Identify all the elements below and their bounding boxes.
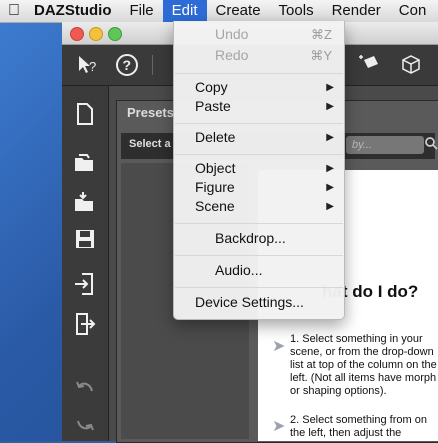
menu-separator bbox=[175, 255, 343, 256]
toolbar-divider bbox=[152, 55, 153, 75]
menu-item-label: Audio... bbox=[215, 262, 263, 278]
submenu-arrow-icon: ▶ bbox=[326, 201, 334, 212]
menu-item-figure[interactable]: Figure ▶ bbox=[174, 178, 344, 197]
menu-item-label: Figure bbox=[195, 179, 235, 195]
menu-separator bbox=[175, 287, 343, 288]
menu-separator bbox=[175, 123, 343, 124]
submenu-arrow-icon: ▶ bbox=[326, 82, 334, 93]
menu-item-label: Backdrop... bbox=[215, 230, 286, 246]
menu-item-audio[interactable]: Audio... bbox=[174, 261, 344, 280]
menu-item-scene[interactable]: Scene ▶ bbox=[174, 197, 344, 216]
pointer-help-icon[interactable]: ? bbox=[74, 52, 100, 78]
apple-logo-icon[interactable]:  bbox=[0, 2, 28, 20]
menu-item-label: Scene bbox=[195, 198, 235, 214]
cube-tool-icon[interactable] bbox=[398, 52, 424, 78]
import-icon[interactable] bbox=[72, 272, 98, 298]
menu-item-label: Device Settings... bbox=[195, 294, 304, 310]
help-icon[interactable]: ? bbox=[114, 52, 140, 78]
menu-create[interactable]: Create bbox=[207, 0, 270, 22]
menu-render[interactable]: Render bbox=[323, 0, 390, 22]
svg-text:?: ? bbox=[89, 59, 96, 74]
select-dropdown-label[interactable]: Select a bbox=[129, 138, 171, 150]
tip-arrow-icon: ➤ bbox=[272, 418, 286, 435]
menu-separator bbox=[175, 73, 343, 74]
menu-connect[interactable]: Con bbox=[390, 0, 436, 22]
menu-item-label: Paste bbox=[195, 98, 231, 114]
menu-item-paste[interactable]: Paste ▶ bbox=[174, 97, 344, 116]
submenu-arrow-icon: ▶ bbox=[326, 101, 334, 112]
menu-item-delete[interactable]: Delete ▶ bbox=[174, 128, 344, 147]
menu-item-label: Redo bbox=[215, 47, 249, 63]
app-menu[interactable]: DAZStudio bbox=[28, 0, 120, 22]
submenu-arrow-icon: ▶ bbox=[326, 163, 334, 174]
left-toolbar bbox=[62, 86, 109, 441]
minimize-window-button[interactable] bbox=[89, 27, 103, 41]
submenu-arrow-icon: ▶ bbox=[326, 132, 334, 143]
new-file-icon[interactable] bbox=[72, 102, 98, 128]
undo-icon[interactable] bbox=[72, 376, 98, 402]
menu-item-label: Copy bbox=[195, 79, 228, 95]
menu-edit[interactable]: Edit bbox=[162, 0, 207, 22]
export-icon[interactable] bbox=[72, 312, 98, 338]
redo-icon[interactable] bbox=[72, 416, 98, 442]
menu-item-label: Delete bbox=[195, 129, 236, 145]
transform-tool-icon[interactable] bbox=[358, 52, 384, 78]
open-folder-icon[interactable] bbox=[72, 152, 98, 178]
save-icon[interactable] bbox=[72, 228, 98, 254]
menu-item-backdrop[interactable]: Backdrop... bbox=[174, 229, 344, 248]
menu-file[interactable]: File bbox=[120, 0, 162, 22]
menu-item-redo[interactable]: Redo ⌘Y bbox=[174, 46, 344, 65]
search-icon[interactable] bbox=[424, 136, 438, 153]
tip-arrow-icon: ➤ bbox=[272, 338, 286, 355]
menu-item-copy[interactable]: Copy ▶ bbox=[174, 78, 344, 97]
menu-item-device-settings[interactable]: Device Settings... bbox=[174, 293, 344, 312]
shortcut-label: ⌘Z bbox=[311, 27, 332, 42]
menu-item-label: Object bbox=[195, 160, 236, 176]
menu-item-undo[interactable]: Undo ⌘Z bbox=[174, 25, 344, 44]
submenu-arrow-icon: ▶ bbox=[326, 182, 334, 193]
merge-folder-icon[interactable] bbox=[72, 190, 98, 216]
menu-separator bbox=[175, 223, 343, 224]
shortcut-label: ⌘Y bbox=[310, 48, 332, 63]
menu-separator bbox=[175, 154, 343, 155]
menu-item-object[interactable]: Object ▶ bbox=[174, 159, 344, 178]
search-input[interactable]: by... bbox=[346, 136, 424, 154]
menu-bar:  DAZStudio File Edit Create Tools Rende… bbox=[0, 0, 438, 23]
tip-step-2: 2. Select something from on the left, th… bbox=[290, 414, 427, 439]
menu-item-label: Undo bbox=[215, 26, 249, 42]
close-window-button[interactable] bbox=[70, 27, 84, 41]
svg-text:?: ? bbox=[123, 57, 132, 73]
edit-menu-dropdown: Undo ⌘Z Redo ⌘Y Copy ▶ Paste ▶ Delete ▶ … bbox=[173, 21, 345, 320]
tip-step-1: 1. Select something in your scene, or fr… bbox=[290, 333, 437, 397]
zoom-window-button[interactable] bbox=[108, 27, 122, 41]
menu-tools[interactable]: Tools bbox=[270, 0, 323, 22]
